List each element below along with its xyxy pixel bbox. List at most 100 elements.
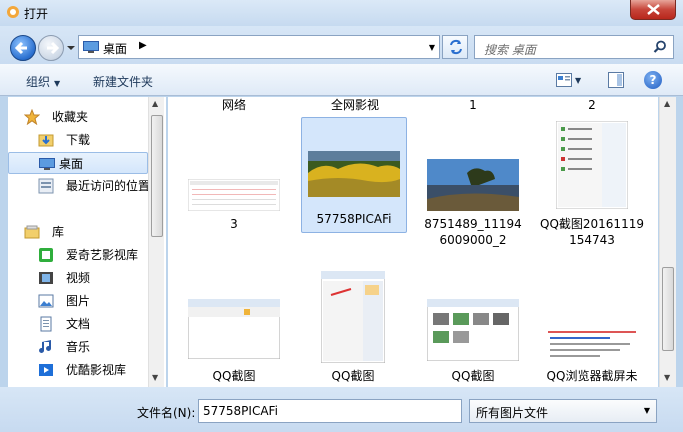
file-name: 57758PICAFi (316, 212, 392, 226)
nav-item-favorites[interactable]: 收藏夹 (24, 106, 164, 128)
desktop-icon (83, 41, 99, 53)
file-item[interactable]: QQ浏览器截屏未 (540, 269, 644, 387)
file-name: QQ截图 (331, 369, 375, 383)
nav-label: 桌面 (59, 157, 84, 171)
file-item-selected[interactable]: 57758PICAFi (301, 117, 407, 233)
arrow-left-icon (14, 41, 27, 55)
search-box[interactable]: 搜索 桌面 (474, 35, 674, 59)
organize-button[interactable]: 组织 ▼ (26, 73, 60, 90)
file-name: 全网影视 (330, 98, 379, 112)
address-row: 桌面 ▶ ▼ 搜索 桌面 (0, 26, 683, 64)
image-thumbnail (546, 329, 638, 361)
address-bar[interactable]: 桌面 ▶ ▼ (78, 35, 440, 59)
refresh-button[interactable] (442, 35, 468, 59)
file-list-scrollbar[interactable]: ▲ ▼ (659, 97, 676, 387)
app-icon (7, 6, 19, 18)
file-item[interactable]: 2 (540, 97, 644, 115)
new-folder-button[interactable]: 新建文件夹 (93, 73, 153, 90)
close-icon (647, 4, 660, 15)
search-icon[interactable] (653, 40, 667, 54)
view-mode-icon[interactable] (556, 73, 572, 87)
picture-library-icon (38, 294, 54, 308)
desktop-icon (39, 158, 55, 170)
nav-label: 图片 (66, 294, 91, 308)
nav-label: 最近访问的位置 (66, 179, 151, 193)
nav-label: 收藏夹 (52, 110, 89, 124)
refresh-icon (450, 39, 462, 55)
nav-label: 爱奇艺影视库 (66, 248, 139, 262)
file-list: 网络 全网影视 1 2 3 57758PICAFi 8751489_111946… (168, 97, 658, 387)
file-item[interactable]: 网络 (182, 97, 286, 115)
filetype-select[interactable]: 所有图片文件 ▼ (469, 399, 657, 423)
address-dropdown-icon[interactable]: ▼ (429, 43, 435, 52)
video-library-icon (39, 272, 53, 284)
nav-item-desktop[interactable]: 桌面 (8, 152, 148, 174)
back-button[interactable] (10, 35, 36, 61)
filename-input[interactable]: 57758PICAFi (198, 399, 462, 423)
window-title: 打开 (24, 7, 49, 21)
download-folder-icon (38, 134, 54, 147)
search-placeholder[interactable]: 搜索 桌面 (484, 41, 536, 58)
close-button[interactable] (630, 0, 676, 20)
image-thumbnail (308, 151, 400, 197)
filetype-value: 所有图片文件 (476, 406, 549, 420)
filename-label: 文件名(N): (137, 406, 196, 420)
file-item[interactable]: 全网影视 (303, 97, 407, 115)
file-item[interactable]: 1 (421, 97, 525, 115)
scrollbar-thumb[interactable] (151, 115, 163, 237)
chevron-down-icon: ▼ (643, 406, 650, 415)
toolbar: 组织 ▼ 新建文件夹 ▼ ? (0, 64, 683, 96)
scroll-up-icon[interactable]: ▲ (664, 99, 670, 108)
address-location[interactable]: 桌面 (103, 40, 127, 57)
iqiyi-icon (39, 248, 53, 262)
nav-label: 视频 (66, 271, 91, 285)
library-icon (24, 225, 40, 239)
file-item[interactable]: QQ截图 (301, 269, 405, 387)
nav-label: 优酷影视库 (66, 363, 127, 377)
scroll-down-icon[interactable]: ▼ (664, 373, 670, 382)
image-thumbnail (321, 271, 385, 363)
file-name: 1 (469, 98, 477, 112)
youku-icon (39, 364, 53, 376)
forward-button[interactable] (38, 35, 64, 61)
file-item[interactable]: 3 (182, 117, 286, 245)
music-library-icon (39, 340, 52, 353)
file-item[interactable]: 8751489_111946009000_2 (421, 117, 525, 247)
title-bar: 打开 (0, 0, 683, 26)
file-name: QQ截图 (451, 369, 495, 383)
image-thumbnail (427, 159, 519, 211)
star-icon (24, 109, 40, 125)
nav-item-libraries[interactable]: 库 (24, 221, 164, 243)
breadcrumb-chevron-icon[interactable]: ▶ (139, 40, 147, 51)
file-item[interactable]: QQ截图20161119154743 (540, 117, 644, 265)
file-name: QQ截图 (212, 369, 256, 383)
nav-label: 下载 (66, 133, 91, 147)
image-thumbnail (188, 179, 280, 211)
file-item[interactable]: QQ截图 (421, 269, 525, 387)
view-dropdown-icon[interactable]: ▼ (575, 76, 581, 85)
file-name: QQ截图20161119154743 (540, 217, 644, 247)
recent-places-icon (38, 178, 54, 194)
image-thumbnail (188, 299, 280, 359)
image-thumbnail (427, 299, 519, 361)
scroll-up-icon[interactable]: ▲ (152, 99, 158, 108)
nav-label: 文档 (66, 317, 91, 331)
file-name: 2 (588, 98, 596, 112)
nav-scrollbar[interactable]: ▲ ▼ (148, 97, 164, 387)
preview-pane-icon[interactable] (608, 72, 624, 88)
help-icon[interactable]: ? (644, 71, 662, 89)
file-name-bar: 文件名(N): 57758PICAFi 所有图片文件 ▼ (0, 387, 683, 432)
recent-pages-dropdown-icon[interactable] (66, 43, 76, 53)
file-name: 8751489_111946009000_2 (424, 217, 522, 247)
navigation-pane: 收藏夹 下载 桌面 最近访问的位置 库 爱奇艺影视库 视频 图片 文档 音乐 优… (8, 97, 166, 387)
scrollbar-thumb[interactable] (662, 267, 674, 351)
file-item[interactable]: QQ截图 (182, 269, 286, 387)
scroll-down-icon[interactable]: ▼ (152, 373, 158, 382)
file-name: QQ浏览器截屏未 (546, 369, 638, 383)
arrow-right-icon (47, 41, 60, 55)
document-library-icon (40, 316, 52, 332)
nav-label: 库 (52, 225, 65, 239)
image-thumbnail (556, 121, 628, 209)
file-name: 3 (230, 217, 238, 231)
nav-label: 音乐 (66, 340, 91, 354)
